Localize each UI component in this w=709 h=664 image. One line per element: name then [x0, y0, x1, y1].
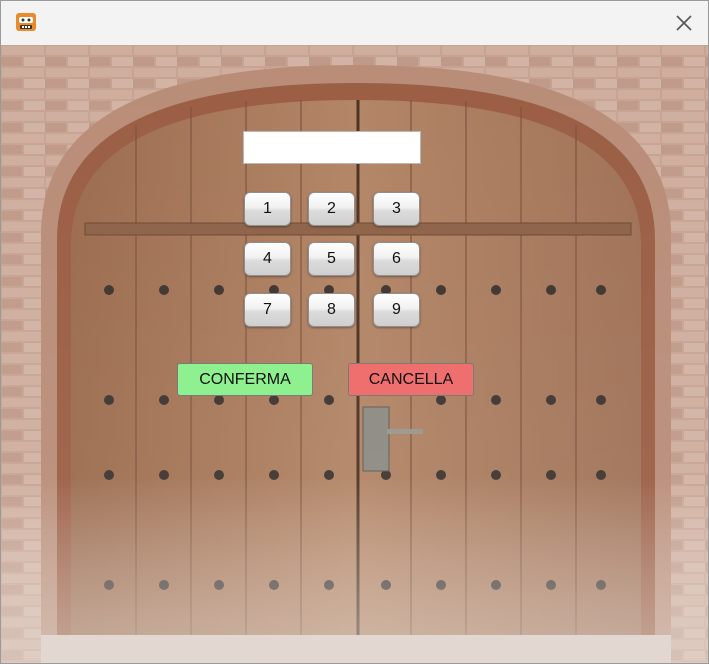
key-9-button[interactable]: 9	[373, 293, 420, 327]
key-8-button[interactable]: 8	[308, 293, 355, 327]
confirm-button[interactable]: CONFERMA	[177, 363, 313, 396]
code-display-field[interactable]	[243, 131, 421, 164]
key-4-button[interactable]: 4	[244, 242, 291, 276]
game-controller-icon	[15, 11, 37, 33]
key-3-button[interactable]: 3	[373, 192, 420, 226]
key-2-button[interactable]: 2	[308, 192, 355, 226]
title-bar[interactable]	[1, 1, 708, 45]
close-button[interactable]	[670, 9, 698, 37]
key-7-button[interactable]: 7	[244, 293, 291, 327]
key-5-button[interactable]: 5	[308, 242, 355, 276]
close-icon	[676, 15, 692, 31]
key-1-button[interactable]: 1	[244, 192, 291, 226]
cancel-button[interactable]: CANCELLA	[348, 363, 474, 396]
app-window: 1 2 3 4 5 6 7 8 9 CONFERMA CANCELLA	[0, 0, 709, 664]
key-6-button[interactable]: 6	[373, 242, 420, 276]
